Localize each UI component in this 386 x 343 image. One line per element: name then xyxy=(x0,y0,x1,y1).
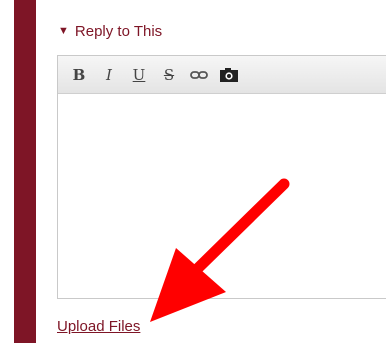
annotation-arrow xyxy=(150,178,290,322)
